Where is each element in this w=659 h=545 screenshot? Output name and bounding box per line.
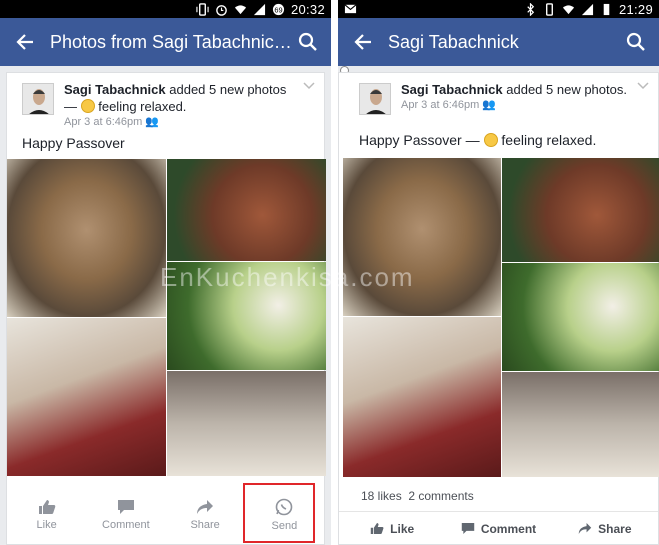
relaxed-emoji-icon xyxy=(483,133,498,147)
photo-glass-table[interactable] xyxy=(502,372,659,477)
search-icon[interactable] xyxy=(623,29,649,55)
post-action-text: added 5 new photos. xyxy=(502,82,627,97)
app-bar: Sagi Tabachnick xyxy=(338,18,659,66)
photo-grain-bowl[interactable] xyxy=(7,159,166,317)
post-date[interactable]: Apr 3 at 6:46pm 👥 xyxy=(401,98,634,112)
share-label: Share xyxy=(598,521,632,536)
author-name[interactable]: Sagi Tabachnick xyxy=(401,82,503,97)
comments-count[interactable]: 2 comments xyxy=(408,489,473,503)
thumbs-up-icon xyxy=(370,523,384,534)
signal-icon xyxy=(581,3,594,15)
left-phone-screen: 69 20:32 Photos from Sagi Tabachnic… Sag… xyxy=(0,0,331,545)
signal-icon xyxy=(253,3,266,15)
photo-guests[interactable] xyxy=(343,317,501,477)
post-card: Sagi Tabachnick added 5 new photos — fee… xyxy=(6,72,326,545)
page-title: Photos from Sagi Tabachnic… xyxy=(50,31,292,52)
post-date-text: Apr 3 at 6:46pm xyxy=(401,99,480,111)
avatar[interactable] xyxy=(22,83,54,115)
status-time: 20:32 xyxy=(290,1,325,17)
vibrate-icon xyxy=(545,2,553,16)
share-button[interactable]: Share xyxy=(166,486,245,544)
photo-grain-bowl[interactable] xyxy=(343,158,501,316)
vibrate-icon xyxy=(196,2,209,16)
post-date-text: Apr 3 at 6:46pm xyxy=(64,116,143,128)
status-bar: 69 20:32 xyxy=(0,0,331,18)
photo-seder-plate[interactable] xyxy=(167,159,326,261)
gmail-icon xyxy=(344,4,357,14)
alarm-icon xyxy=(216,4,227,16)
post-date[interactable]: Apr 3 at 6:46pm 👥 xyxy=(64,115,300,129)
feeling-text: feeling relaxed. xyxy=(94,99,187,114)
photo-parsley-eggs[interactable] xyxy=(502,263,659,371)
friends-audience-icon: 👥 xyxy=(145,116,160,128)
photo-glass-table[interactable] xyxy=(167,371,326,476)
comment-label: Comment xyxy=(102,519,150,531)
post-action-bar: Like Comment Share xyxy=(339,511,658,545)
back-arrow-icon[interactable] xyxy=(350,29,376,55)
comment-label: Comment xyxy=(480,521,537,536)
friends-audience-icon: 👥 xyxy=(482,99,497,111)
right-phone-screen: 21:29 Sagi Tabachnick Sagi Tabachnick ad… xyxy=(338,0,659,545)
post-caption: Happy Passover xyxy=(22,135,125,151)
comment-icon xyxy=(117,500,134,514)
app-bar: Photos from Sagi Tabachnic… xyxy=(0,18,331,66)
photo-seder-plate[interactable] xyxy=(502,158,659,262)
post-stats: 18 likes 2 comments xyxy=(361,489,474,503)
status-bar: 21:29 xyxy=(338,0,659,18)
photo-parsley-eggs[interactable] xyxy=(167,262,326,370)
share-button[interactable]: Share xyxy=(552,512,658,545)
comment-button[interactable]: Comment xyxy=(86,486,165,544)
search-icon[interactable] xyxy=(295,29,321,55)
feeling-text: feeling relaxed. xyxy=(497,132,597,148)
post-meta: Sagi Tabachnick added 5 new photos. Apr … xyxy=(401,81,634,112)
caption-text: Happy Passover — xyxy=(359,132,484,148)
likes-count[interactable]: 18 likes xyxy=(361,489,402,503)
photo-guests[interactable] xyxy=(7,318,166,476)
share-icon xyxy=(197,500,214,514)
chevron-down-icon[interactable] xyxy=(302,81,316,91)
like-label: Like xyxy=(36,519,57,531)
wifi-icon xyxy=(234,4,247,14)
post-caption: Happy Passover — feeling relaxed. xyxy=(359,132,596,148)
bluetooth-icon xyxy=(527,2,535,16)
status-time: 21:29 xyxy=(618,1,653,17)
post-header: Sagi Tabachnick added 5 new photos. Apr … xyxy=(339,73,658,131)
page-title: Sagi Tabachnick xyxy=(388,31,519,52)
avatar[interactable] xyxy=(359,83,391,115)
post-header: Sagi Tabachnick added 5 new photos — fee… xyxy=(7,73,324,131)
relaxed-emoji-icon xyxy=(80,99,95,113)
battery-icon xyxy=(603,3,610,15)
battery-icon: 69 xyxy=(272,3,285,15)
post-meta: Sagi Tabachnick added 5 new photos — fee… xyxy=(64,81,300,129)
post-card: Sagi Tabachnick added 5 new photos. Apr … xyxy=(338,72,659,545)
like-button[interactable]: Like xyxy=(7,486,86,544)
comment-button[interactable]: Comment xyxy=(445,512,551,545)
thumbs-up-icon xyxy=(38,500,55,514)
svg-text:69: 69 xyxy=(274,5,282,14)
chevron-down-icon[interactable] xyxy=(636,81,650,91)
like-button[interactable]: Like xyxy=(339,512,445,545)
share-icon xyxy=(578,523,592,534)
back-arrow-icon[interactable] xyxy=(12,29,38,55)
wifi-icon xyxy=(562,4,575,14)
share-label: Share xyxy=(190,519,220,531)
like-label: Like xyxy=(390,521,415,536)
send-highlight-box xyxy=(243,483,315,543)
author-name[interactable]: Sagi Tabachnick xyxy=(64,82,166,97)
comment-icon xyxy=(461,523,475,534)
